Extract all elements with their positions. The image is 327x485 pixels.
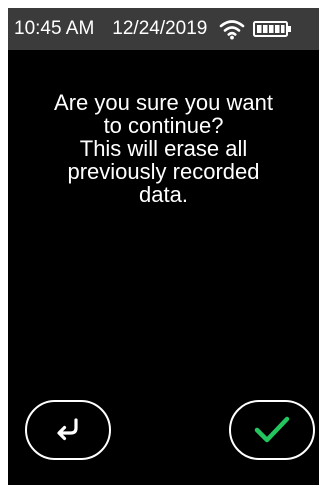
return-arrow-icon [57,418,78,441]
message-line: data. [139,182,188,207]
message-line: Are you sure you want [54,90,273,115]
status-date: 12/24/2019 [112,18,208,39]
status-bar: 10:45 AM 12/24/2019 [8,8,319,50]
confirm-button[interactable] [229,400,315,460]
confirmation-message: Are you sure you want to continue? This … [8,91,319,206]
back-button[interactable] [25,400,111,460]
device-screen: 10:45 AM 12/24/2019 Are you sure you wan… [8,8,319,485]
battery-full-icon [253,21,292,37]
message-line: previously recorded [67,159,260,184]
status-time: 10:45 AM [14,18,95,39]
wifi-icon [220,20,245,40]
checkmark-icon [254,416,290,443]
message-line: to continue? [103,113,224,138]
message-line: This will erase all [79,136,248,161]
